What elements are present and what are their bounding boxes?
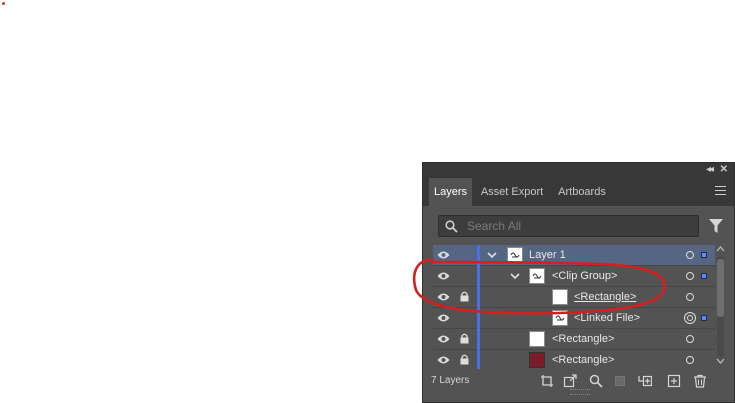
layer-thumbnail bbox=[529, 331, 545, 347]
make-clipping-mask-icon[interactable] bbox=[613, 374, 627, 388]
layer-count: 7 Layers bbox=[431, 375, 470, 386]
target-icon[interactable] bbox=[686, 356, 694, 364]
target-icon[interactable] bbox=[686, 251, 694, 259]
layer-row-clip-group[interactable]: <Clip Group> bbox=[433, 266, 715, 287]
panel-tabs: Layers Asset Export Artboards bbox=[423, 178, 734, 206]
eye-icon[interactable] bbox=[437, 355, 450, 365]
selection-indicator[interactable] bbox=[701, 252, 707, 258]
layer-row-rectangle[interactable]: <Rectangle> bbox=[433, 329, 715, 350]
selection-indicator[interactable] bbox=[701, 273, 707, 279]
selection-indicator[interactable] bbox=[701, 315, 707, 321]
chevron-down-icon[interactable] bbox=[487, 250, 497, 260]
panel-titlebar[interactable]: ◂◂ ✕ bbox=[423, 163, 734, 178]
layer-name[interactable]: Layer 1 bbox=[529, 249, 566, 262]
target-icon[interactable] bbox=[686, 272, 694, 280]
layer-name[interactable]: <Linked File> bbox=[574, 312, 640, 325]
eye-icon[interactable] bbox=[437, 271, 450, 281]
target-icon[interactable] bbox=[686, 335, 694, 343]
collect-for-export-icon[interactable] bbox=[540, 374, 554, 388]
scroll-up-icon[interactable] bbox=[716, 245, 725, 253]
search-input[interactable] bbox=[467, 218, 687, 234]
layers-panel: ◂◂ ✕ Layers Asset Export Artboards Layer… bbox=[422, 162, 735, 403]
create-new-layer-icon[interactable] bbox=[667, 374, 681, 388]
scroll-thumb[interactable] bbox=[717, 259, 724, 317]
layer-color-bar bbox=[477, 287, 480, 308]
tab-asset-export[interactable]: Asset Export bbox=[477, 178, 547, 206]
layer-name[interactable]: <Rectangle> bbox=[574, 291, 636, 304]
layer-row-layer-1[interactable]: Layer 1 bbox=[433, 245, 715, 266]
resize-grip[interactable] bbox=[570, 389, 590, 395]
layer-color-bar bbox=[477, 266, 480, 287]
layer-row-rectangle[interactable]: <Rectangle> bbox=[433, 287, 715, 308]
layer-thumbnail bbox=[507, 247, 523, 263]
eye-icon[interactable] bbox=[437, 250, 450, 260]
layer-color-bar bbox=[477, 245, 480, 266]
delete-icon[interactable] bbox=[693, 374, 707, 388]
layer-list-scrollbar[interactable] bbox=[716, 245, 725, 369]
layer-thumbnail bbox=[552, 289, 568, 305]
layer-color-bar bbox=[477, 329, 480, 350]
layer-name[interactable]: <Rectangle> bbox=[552, 354, 614, 367]
layer-color-bar bbox=[477, 308, 480, 329]
layer-name[interactable]: <Clip Group> bbox=[552, 270, 617, 283]
lock-icon[interactable] bbox=[460, 333, 469, 344]
red-dot bbox=[2, 2, 5, 5]
collapse-icon[interactable]: ◂◂ bbox=[706, 164, 714, 176]
eye-icon[interactable] bbox=[437, 334, 450, 344]
layer-color-bar bbox=[477, 350, 480, 369]
layer-row-rectangle[interactable]: <Rectangle> bbox=[433, 350, 715, 369]
layer-list: Layer 1 <Clip Group> <Rectangle> <Linked… bbox=[433, 245, 715, 369]
layer-thumbnail bbox=[529, 352, 545, 368]
lock-icon[interactable] bbox=[460, 354, 469, 365]
tab-layers[interactable]: Layers bbox=[429, 178, 472, 206]
tab-artboards[interactable]: Artboards bbox=[553, 178, 611, 206]
search-icon bbox=[445, 220, 458, 233]
search-layer-icon[interactable] bbox=[589, 374, 603, 388]
panel-menu-icon[interactable] bbox=[715, 186, 726, 195]
layer-name[interactable]: <Rectangle> bbox=[552, 333, 614, 346]
locate-object-icon[interactable] bbox=[563, 374, 577, 388]
search-box bbox=[438, 215, 699, 237]
filter-icon[interactable] bbox=[709, 219, 723, 234]
layer-thumbnail bbox=[529, 268, 545, 284]
layer-row-linked-file[interactable]: <Linked File> bbox=[433, 308, 715, 329]
close-icon[interactable]: ✕ bbox=[720, 164, 728, 176]
chevron-down-icon[interactable] bbox=[510, 271, 520, 281]
eye-icon[interactable] bbox=[437, 292, 450, 302]
scroll-down-icon[interactable] bbox=[716, 357, 725, 365]
layer-thumbnail bbox=[552, 310, 568, 326]
eye-icon[interactable] bbox=[437, 313, 450, 323]
target-icon[interactable] bbox=[686, 293, 694, 301]
lock-icon[interactable] bbox=[460, 291, 469, 302]
target-icon[interactable] bbox=[684, 312, 696, 324]
create-sublayer-icon[interactable] bbox=[638, 374, 652, 388]
